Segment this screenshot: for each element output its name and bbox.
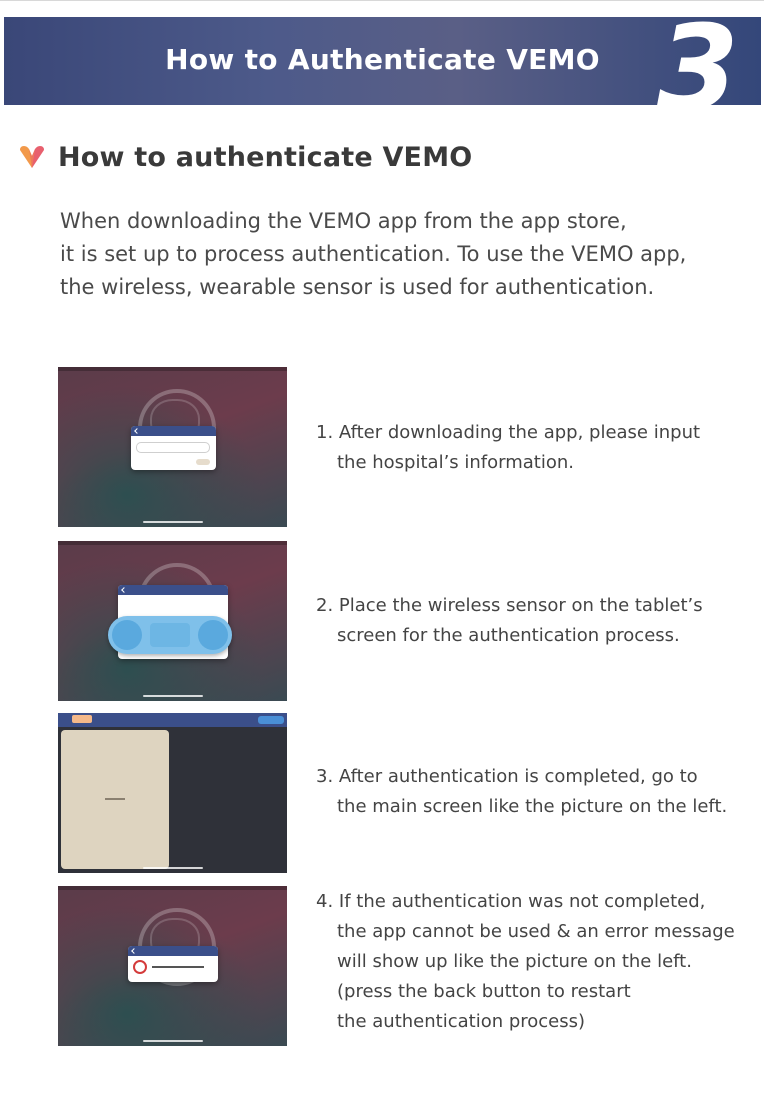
step2-screenshot — [58, 541, 287, 701]
sensor-pad-left — [112, 620, 142, 650]
step-line: 3. After authentication is completed, go… — [316, 766, 698, 787]
step-line: 1. After downloading the app, please inp… — [316, 422, 701, 443]
dialog-header — [131, 426, 216, 436]
dialog-header — [118, 585, 228, 595]
header-button — [258, 716, 284, 724]
step-1-text: 1. After downloading the app, please inp… — [316, 418, 700, 478]
vemo-logo — [72, 715, 92, 723]
chapter-number: 3 — [656, 17, 739, 105]
banner-title: How to Authenticate VEMO — [165, 43, 600, 76]
intro-paragraph: When downloading the VEMO app from the a… — [60, 205, 750, 304]
back-chevron-icon — [134, 428, 140, 434]
step-3-text: 3. After authentication is completed, go… — [316, 762, 727, 822]
hospital-info-dialog — [131, 426, 216, 470]
status-bar — [58, 367, 287, 371]
home-indicator — [143, 1040, 203, 1042]
step-4-text: 4. If the authentication was not complet… — [316, 887, 735, 1037]
status-bar — [58, 541, 287, 545]
intro-line: the wireless, wearable sensor is used fo… — [60, 275, 655, 299]
section-heading: How to authenticate VEMO — [58, 141, 473, 173]
step-2-text: 2. Place the wireless sensor on the tabl… — [316, 591, 703, 651]
error-icon — [133, 960, 147, 974]
step1-screenshot — [58, 367, 287, 527]
top-rule — [0, 0, 764, 1]
step3-screenshot — [58, 713, 287, 873]
step-line: (press the back button to restart — [337, 981, 631, 1002]
panel-label — [105, 798, 125, 800]
step-line: will show up like the picture on the lef… — [337, 951, 692, 972]
step-line: screen for the authentication process. — [337, 625, 680, 646]
intro-line: it is set up to process authentication. … — [60, 242, 687, 266]
dialog-confirm-button — [196, 459, 210, 465]
home-indicator — [143, 695, 203, 697]
sensor-body — [150, 623, 190, 647]
error-dialog — [128, 946, 218, 982]
step-line: 4. If the authentication was not complet… — [316, 891, 706, 912]
back-chevron-icon — [131, 948, 137, 954]
step4-screenshot — [58, 886, 287, 1046]
app-header — [58, 713, 287, 727]
step-line: the authentication process) — [337, 1011, 586, 1032]
section-heading-row: How to authenticate VEMO — [18, 140, 472, 174]
sensor-pad-right — [198, 620, 228, 650]
error-message-line — [152, 966, 204, 968]
step-line: 2. Place the wireless sensor on the tabl… — [316, 595, 703, 616]
dialog-header — [128, 946, 218, 956]
main-panel — [61, 730, 169, 869]
step-line: the app cannot be used & an error messag… — [337, 921, 735, 942]
home-indicator — [143, 867, 203, 869]
status-bar — [58, 886, 287, 890]
step-line: the hospital’s information. — [337, 452, 575, 473]
vemo-v-logo-icon — [20, 146, 44, 168]
dialog-input — [136, 442, 210, 453]
intro-line: When downloading the VEMO app from the a… — [60, 209, 627, 233]
home-indicator — [143, 521, 203, 523]
wireless-sensor-image — [108, 616, 232, 654]
step-line: the main screen like the picture on the … — [337, 796, 728, 817]
back-chevron-icon — [121, 587, 127, 593]
chapter-banner: How to Authenticate VEMO 3 — [4, 17, 761, 105]
